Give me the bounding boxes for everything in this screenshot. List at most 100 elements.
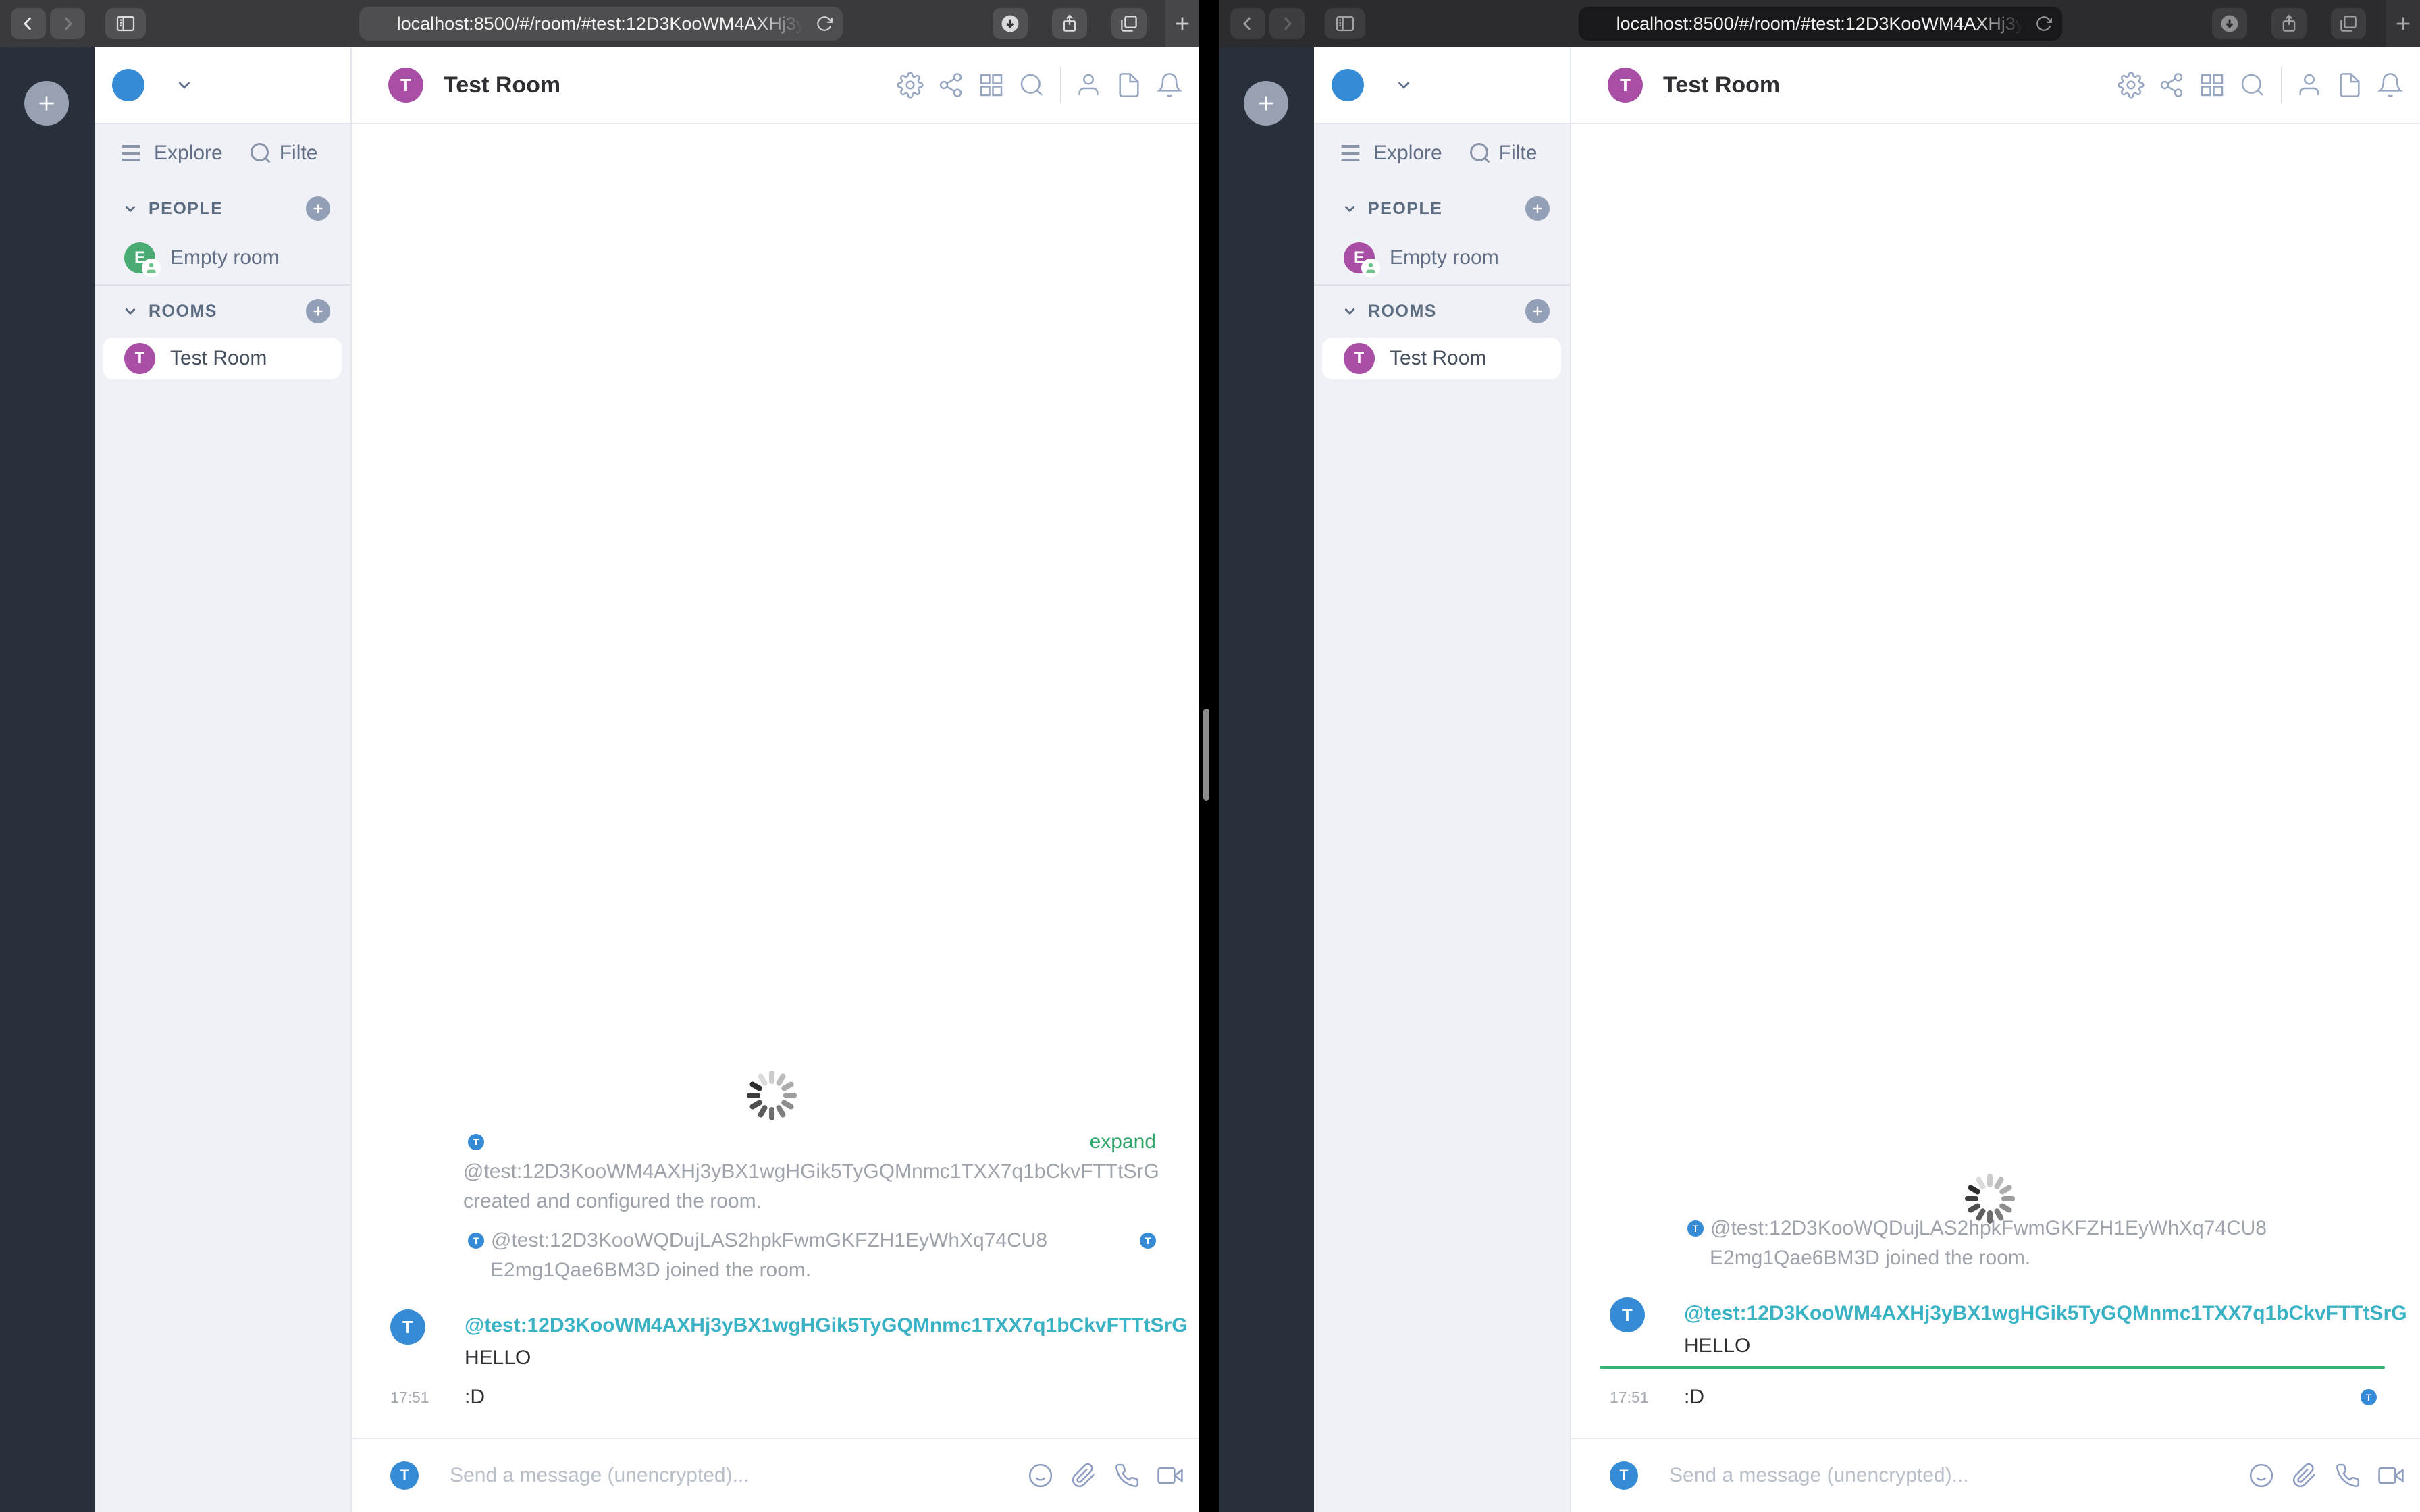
files-icon[interactable] xyxy=(2336,72,2363,99)
attachment-icon[interactable] xyxy=(1071,1463,1097,1488)
video-call-icon[interactable] xyxy=(2378,1463,2404,1488)
room-label: Empty room xyxy=(1390,246,1499,269)
search-room-icon[interactable] xyxy=(2239,72,2266,99)
chevron-right-icon xyxy=(1284,16,1292,31)
attachment-icon[interactable] xyxy=(2292,1463,2317,1488)
rooms-section-header[interactable]: ROOMS xyxy=(95,292,350,330)
room-settings-icon[interactable] xyxy=(2118,72,2145,99)
user-avatar[interactable] xyxy=(112,69,144,101)
files-icon[interactable] xyxy=(1115,72,1142,99)
sender-id[interactable]: @test:12D3KooWM4AXHj3yBX1wgHGik5TyGQMnmc… xyxy=(465,1310,1188,1342)
people-section-header[interactable]: PEOPLE xyxy=(95,190,350,227)
sidebar-tools: Explore Filte xyxy=(1314,134,1570,173)
share-button[interactable] xyxy=(1052,8,1087,39)
chevron-left-icon xyxy=(24,16,32,31)
event-created-action: created and configured the room. xyxy=(463,1190,762,1212)
share-room-icon[interactable] xyxy=(937,72,964,99)
room-avatar[interactable]: T xyxy=(388,68,423,103)
forward-button[interactable] xyxy=(50,8,85,39)
browser-window-left: localhost:8500/#/room/#test:12D3KooWM4AX… xyxy=(0,0,1199,1512)
sender-avatar[interactable]: T xyxy=(390,1310,425,1345)
message-group: T @test:12D3KooWM4AXHj3yBX1wgHGik5TyGQMn… xyxy=(1571,1297,2420,1362)
expand-link[interactable]: expand xyxy=(1090,1131,1156,1154)
add-people-button[interactable] xyxy=(306,196,330,221)
sender-id[interactable]: @test:12D3KooWM4AXHj3yBX1wgHGik5TyGQMnmc… xyxy=(1684,1297,2407,1330)
downloads-button[interactable] xyxy=(2212,8,2247,39)
message-composer: T xyxy=(352,1438,1199,1512)
downloads-button[interactable] xyxy=(993,8,1028,39)
members-icon[interactable] xyxy=(1075,72,1102,99)
tabs-icon xyxy=(2340,16,2357,32)
members-icon[interactable] xyxy=(2296,72,2323,99)
create-space-button[interactable] xyxy=(1244,81,1288,126)
people-header-label: PEOPLE xyxy=(1368,198,1443,218)
add-room-button[interactable] xyxy=(1525,299,1550,323)
room-list-item-empty-room[interactable]: E Empty room xyxy=(1314,237,1570,279)
read-receipt-avatar[interactable]: T xyxy=(2361,1389,2377,1405)
window-scrollbar-thumb[interactable] xyxy=(1203,709,1209,801)
event-avatar: T xyxy=(473,1235,479,1246)
plus-icon xyxy=(1532,203,1543,214)
message-input[interactable] xyxy=(1669,1464,2231,1487)
notifications-icon[interactable] xyxy=(2377,72,2404,99)
event-join: T @test:12D3KooWQDujLAS2hpkFwmGKFZH1EyWh… xyxy=(352,1226,1199,1256)
notifications-icon[interactable] xyxy=(1156,72,1183,99)
sidebar-icon xyxy=(1336,16,1354,32)
explore-button[interactable]: Explore xyxy=(1373,142,1442,165)
download-icon xyxy=(2221,15,2238,32)
video-call-icon[interactable] xyxy=(1157,1463,1183,1488)
apps-grid-icon[interactable] xyxy=(2199,72,2226,99)
back-button[interactable] xyxy=(1230,8,1265,39)
search-room-icon[interactable] xyxy=(1018,72,1045,99)
sidebar-toggle-button[interactable] xyxy=(105,8,146,39)
share-button[interactable] xyxy=(2271,8,2307,39)
create-space-button[interactable] xyxy=(24,81,69,126)
chevron-down-icon xyxy=(1344,308,1355,315)
message-input[interactable] xyxy=(450,1464,1010,1487)
sidebar-divider xyxy=(1314,284,1570,286)
apps-grid-icon[interactable] xyxy=(978,72,1005,99)
add-people-button[interactable] xyxy=(1525,196,1550,221)
room-list-item-test-room[interactable]: T Test Room xyxy=(1322,338,1561,379)
room-avatar[interactable]: T xyxy=(1608,68,1643,103)
event-creator-id: @test:12D3KooWM4AXHj3yBX1wgHGik5TyGQMnmc… xyxy=(463,1160,1159,1183)
filter-button[interactable]: Filte xyxy=(1499,142,1537,165)
explore-button[interactable]: Explore xyxy=(154,142,223,165)
back-button[interactable] xyxy=(11,8,46,39)
address-bar[interactable]: localhost:8500/#/room/#test:12D3KooWM4AX… xyxy=(359,7,843,40)
tab-overview-button[interactable] xyxy=(2331,8,2366,39)
rooms-section-header[interactable]: ROOMS xyxy=(1314,292,1570,330)
people-section-header[interactable]: PEOPLE xyxy=(1314,190,1570,227)
test-room-avatar: T xyxy=(134,349,145,367)
address-bar[interactable]: localhost:8500/#/room/#test:12D3KooWM4AX… xyxy=(1579,7,2062,40)
voice-call-icon[interactable] xyxy=(1114,1463,1140,1488)
new-tab-button[interactable] xyxy=(1165,0,1199,47)
explore-icon xyxy=(120,145,142,161)
sender-avatar[interactable]: T xyxy=(1610,1297,1645,1332)
room-title: Test Room xyxy=(1663,72,1781,98)
room-list-item-test-room[interactable]: T Test Room xyxy=(103,338,342,379)
room-header: T Test Room xyxy=(352,47,1199,124)
room-settings-icon[interactable] xyxy=(897,72,924,99)
add-room-button[interactable] xyxy=(306,299,330,323)
reload-icon[interactable] xyxy=(816,15,833,32)
emoji-icon[interactable] xyxy=(2248,1463,2274,1488)
share-room-icon[interactable] xyxy=(2158,72,2185,99)
forward-button[interactable] xyxy=(1269,8,1305,39)
message-smiley: :D xyxy=(465,1386,485,1408)
chevron-down-icon[interactable] xyxy=(174,75,194,95)
read-receipt-avatar[interactable]: T xyxy=(1140,1233,1156,1249)
message-hello: HELLO xyxy=(465,1347,531,1369)
sidebar-toggle-button[interactable] xyxy=(1325,8,1365,39)
sidebar-tools: Explore Filte xyxy=(95,134,350,173)
user-avatar[interactable] xyxy=(1332,69,1364,101)
chevron-down-icon xyxy=(125,308,136,315)
chevron-down-icon[interactable] xyxy=(1394,75,1414,95)
room-list-item-empty-room[interactable]: E Empty room xyxy=(95,237,350,279)
reload-icon[interactable] xyxy=(2035,15,2053,32)
voice-call-icon[interactable] xyxy=(2335,1463,2361,1488)
emoji-icon[interactable] xyxy=(1028,1463,1053,1488)
filter-button[interactable]: Filte xyxy=(280,142,318,165)
new-tab-button[interactable] xyxy=(2386,0,2420,47)
tab-overview-button[interactable] xyxy=(1111,8,1147,39)
